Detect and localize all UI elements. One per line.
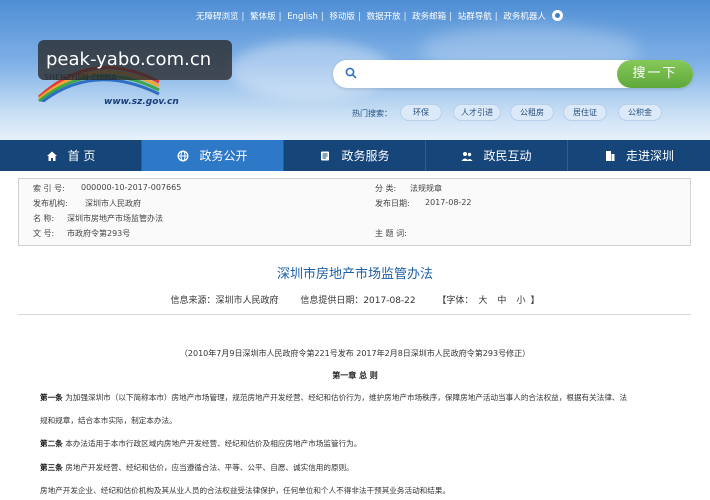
article-paragraph: 房地产开发企业、经纪和估价机构及其从业人员的合法权益受法律保护，任何单位和个人不… bbox=[40, 481, 680, 500]
link-accessibility[interactable]: 无障碍浏览 bbox=[196, 12, 239, 22]
meta-docno-value: 市政府令第293号 bbox=[67, 229, 131, 238]
meta-row: 发布机构: 深圳市人民政府 发布日期: 2017-08-22 bbox=[19, 198, 690, 213]
meta-category-value: 法规规章 bbox=[410, 184, 442, 193]
hot-search-label: 热门搜索： bbox=[352, 109, 392, 118]
article-paragraph: 第三条 房地产开发经营、经纪和估价，应当遵循合法、平等、公平、自愿、诚实信用的原… bbox=[40, 458, 680, 477]
article-paragraph: 规和规章，结合本市实际，制定本办法。 bbox=[40, 411, 680, 430]
nav-gov-services-label: 政务服务 bbox=[341, 149, 390, 163]
hot-tag-housing-fund[interactable]: 公积金 bbox=[618, 104, 662, 121]
people-icon bbox=[461, 151, 473, 161]
meta-row: 索 引 号: 000000-10-2017-007665 分 类: 法规规章 bbox=[19, 183, 690, 198]
nav-home[interactable]: 首 页 bbox=[0, 140, 142, 171]
article-number: 第三条 bbox=[40, 463, 63, 472]
logo-domain: www.sz.gov.cn bbox=[104, 97, 179, 107]
meta-org-label: 发布机构: bbox=[33, 199, 68, 208]
article-title: 深圳市房地产市场监管办法 bbox=[276, 267, 433, 282]
article-number: 第一条 bbox=[40, 393, 63, 402]
font-size-label: 【字体： bbox=[437, 296, 474, 306]
watermark-overlay: peak-yabo.com.cn bbox=[38, 40, 232, 80]
meta-subject-label: 主 题 词: bbox=[375, 229, 407, 238]
document-meta-table: 索 引 号: 000000-10-2017-007665 分 类: 法规规章 发… bbox=[18, 178, 691, 246]
link-gov-robot[interactable]: 政务机器人 bbox=[503, 12, 546, 22]
article-paragraph: 第二条 本办法适用于本市行政区域内房地产开发经营、经纪和估价及相应房地产市场监管… bbox=[40, 434, 680, 453]
meta-row: 文 号: 市政府令第293号 主 题 词: bbox=[19, 228, 690, 243]
meta-date-label: 发布日期: bbox=[375, 199, 410, 208]
provide-date-value: 2017-08-22 bbox=[363, 296, 416, 306]
source-value: 深圳市人民政府 bbox=[215, 296, 279, 306]
article-text: 房地产开发企业、经纪和估价机构及其从业人员的合法权益受法律保护，任何单位和个人不… bbox=[40, 486, 451, 495]
search-button[interactable]: 搜一下 bbox=[617, 60, 693, 88]
article-text: 房地产开发经营、经纪和估价，应当遵循合法、平等、公平、自愿、诚实信用的原则。 bbox=[62, 463, 354, 472]
link-mobile[interactable]: 移动版 bbox=[329, 12, 355, 22]
link-gov-mail[interactable]: 政务邮箱 bbox=[412, 12, 446, 22]
font-size-large-button[interactable]: 大 bbox=[478, 296, 487, 306]
font-size-small-button[interactable]: 小 bbox=[516, 296, 525, 306]
nav-gov-affairs[interactable]: 政务公开 bbox=[142, 140, 284, 171]
article-number: 第二条 bbox=[40, 439, 63, 448]
divider bbox=[18, 314, 691, 315]
nav-about-shenzhen-label: 走进深圳 bbox=[625, 149, 674, 163]
link-traditional[interactable]: 繁体版 bbox=[250, 12, 276, 22]
hot-tag-environment[interactable]: 环保 bbox=[400, 104, 442, 121]
globe-icon bbox=[178, 150, 189, 161]
chapter-heading: 第一章 总 则 bbox=[332, 371, 378, 380]
nav-about-shenzhen[interactable]: 走进深圳 bbox=[568, 140, 710, 171]
meta-category-label: 分 类: bbox=[375, 184, 397, 193]
link-site-nav[interactable]: 站群导航 bbox=[458, 12, 492, 22]
meta-docno-label: 文 号: bbox=[33, 229, 55, 238]
edition-note: （2010年7月9日深圳市人民政府令第221号发布 2017年2月8日深圳市人民… bbox=[179, 349, 531, 358]
hot-tag-residence-permit[interactable]: 居住证 bbox=[563, 104, 607, 121]
link-open-data[interactable]: 数据开放 bbox=[367, 12, 401, 22]
article-text: 本办法适用于本市行政区域内房地产开发经营、经纪和估价及相应房地产市场监管行为。 bbox=[62, 439, 362, 448]
font-size-close: 】 bbox=[530, 296, 540, 306]
link-english[interactable]: English bbox=[287, 12, 318, 22]
meta-name-value: 深圳市房地产市场监管办法 bbox=[67, 214, 163, 223]
robot-icon[interactable] bbox=[551, 10, 563, 21]
main-nav: 首 页 政务公开 政务服务 政民互动 走进深圳 bbox=[0, 140, 710, 171]
meta-date-value: 2017-08-22 bbox=[425, 198, 472, 207]
nav-home-label: 首 页 bbox=[67, 149, 96, 163]
nav-interaction[interactable]: 政民互动 bbox=[426, 140, 568, 171]
service-icon bbox=[321, 151, 330, 160]
search-icon bbox=[345, 67, 357, 79]
meta-row: 名 称: 深圳市房地产市场监管办法 bbox=[19, 213, 690, 228]
hot-tag-public-housing[interactable]: 公租房 bbox=[510, 104, 554, 121]
building-icon bbox=[605, 150, 615, 161]
meta-index-value: 000000-10-2017-007665 bbox=[81, 183, 182, 192]
article-paragraph: 第一条 为加强深圳市（以下简称本市）房地产市场管理，规范房地产开发经营、经纪和估… bbox=[40, 388, 680, 407]
search-box: 搜一下 bbox=[333, 60, 693, 88]
home-icon bbox=[46, 151, 57, 161]
top-links-bar: 无障碍浏览 | 繁体版 | English | 移动版 | 数据开放 | 政务邮箱 | 站群… bbox=[196, 10, 563, 22]
provide-date-label: 信息提供日期： bbox=[300, 296, 364, 306]
meta-name-label: 名 称: bbox=[33, 214, 55, 223]
nav-gov-affairs-label: 政务公开 bbox=[199, 149, 248, 163]
hot-tag-talent[interactable]: 人才引进 bbox=[453, 104, 501, 121]
article-source-line: 信息来源：深圳市人民政府 信息提供日期：2017-08-22 【字体： 大中小】 bbox=[0, 293, 710, 306]
source-label: 信息来源： bbox=[170, 296, 216, 306]
search-input[interactable] bbox=[363, 64, 603, 84]
meta-index-label: 索 引 号: bbox=[33, 184, 65, 193]
font-size-medium-button[interactable]: 中 bbox=[497, 296, 506, 306]
meta-org-value: 深圳市人民政府 bbox=[85, 199, 141, 208]
nav-interaction-label: 政民互动 bbox=[483, 149, 532, 163]
article-text: 规和规章，结合本市实际，制定本办法。 bbox=[40, 416, 177, 425]
article-text: 为加强深圳市（以下简称本市）房地产市场管理，规范房地产开发经营、经纪和估价行为，… bbox=[62, 393, 628, 402]
site-header: 无障碍浏览 | 繁体版 | English | 移动版 | 数据开放 | 政务邮箱 | 站群… bbox=[0, 0, 710, 140]
nav-gov-services[interactable]: 政务服务 bbox=[284, 140, 426, 171]
